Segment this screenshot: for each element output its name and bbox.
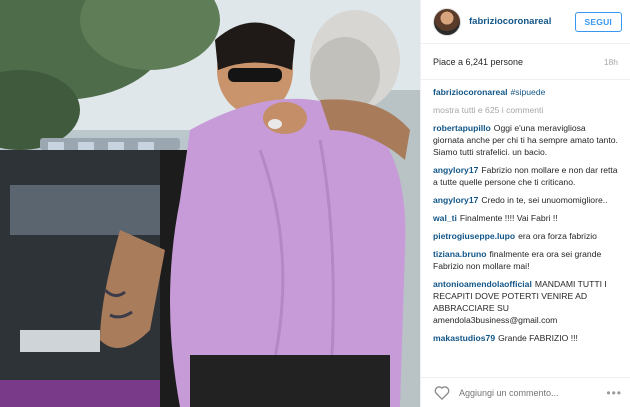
more-dots-icon[interactable]: ••• [606, 386, 622, 400]
comment-text: Finalmente !!!! Vai Fabri !! [459, 213, 558, 223]
comments-list: fabriziocoronareal #sipuede mostra tutti … [421, 80, 630, 377]
comment-user-link[interactable]: angylory17 [433, 195, 478, 205]
comment-user-link[interactable]: robertapupillo [433, 123, 491, 133]
instagram-post-window: fabriziocoronareal SEGUI Piace a 6,241 p… [0, 0, 630, 407]
comment-item: tiziana.bruno finalmente era ora sei gran… [433, 248, 618, 272]
comment-item: robertapupillo Oggi e'una meravigliosa gi… [433, 122, 618, 158]
post-header: fabriziocoronareal SEGUI [421, 0, 630, 44]
comment-user-link[interactable]: pietrogiuseppe.lupo [433, 231, 515, 241]
comment-user-link[interactable]: angylory17 [433, 165, 478, 175]
comment-item: angylory17 Credo in te, sei unuomomiglior… [433, 194, 618, 206]
comment-user-link[interactable]: tiziana.bruno [433, 249, 486, 259]
heart-outline-icon[interactable] [433, 384, 451, 402]
comment-item: antonioamendolaofficial MANDAMI TUTTI I R… [433, 278, 618, 326]
caption-user-link[interactable]: fabriziocoronareal [433, 87, 508, 97]
add-comment-input[interactable] [459, 387, 607, 398]
comment-item: makastudios79 Grande FABRIZIO !!! [433, 332, 618, 344]
comment-item: wal_ti Finalmente !!!! Vai Fabri !! [433, 212, 618, 224]
post-meta: Piace a 6,241 persone 18h [421, 44, 630, 80]
avatar[interactable] [433, 7, 461, 36]
comment-user-link[interactable]: antonioamendolaofficial [433, 279, 532, 289]
caption-hashtag[interactable]: #sipuede [511, 87, 546, 97]
comment-text: Credo in te, sei unuomomigliore.. [481, 195, 608, 205]
comment-user-link[interactable]: makastudios79 [433, 333, 495, 343]
comment-item: pietrogiuseppe.lupo era ora forza fabrizi… [433, 230, 618, 242]
post-age[interactable]: 18h [604, 57, 618, 67]
likes-count[interactable]: Piace a 6,241 persone [433, 57, 604, 67]
caption: fabriziocoronareal #sipuede [433, 86, 618, 98]
username-link[interactable]: fabriziocoronareal [469, 16, 575, 27]
comment-text: era ora forza fabrizio [518, 231, 597, 241]
comment-text: Grande FABRIZIO !!! [498, 333, 578, 343]
follow-button[interactable]: SEGUI [574, 11, 622, 32]
comment-user-link[interactable]: wal_ti [433, 213, 457, 223]
view-all-comments-link[interactable]: mostra tutti e 625 i commenti [433, 104, 618, 116]
photo-illustration [0, 0, 420, 407]
comment-item: angylory17 Fabrizio non mollare e non dar… [433, 164, 618, 188]
post-photo[interactable] [0, 0, 420, 407]
comment-bar: ••• [421, 377, 630, 407]
post-side-panel: fabriziocoronareal SEGUI Piace a 6,241 p… [420, 0, 630, 407]
